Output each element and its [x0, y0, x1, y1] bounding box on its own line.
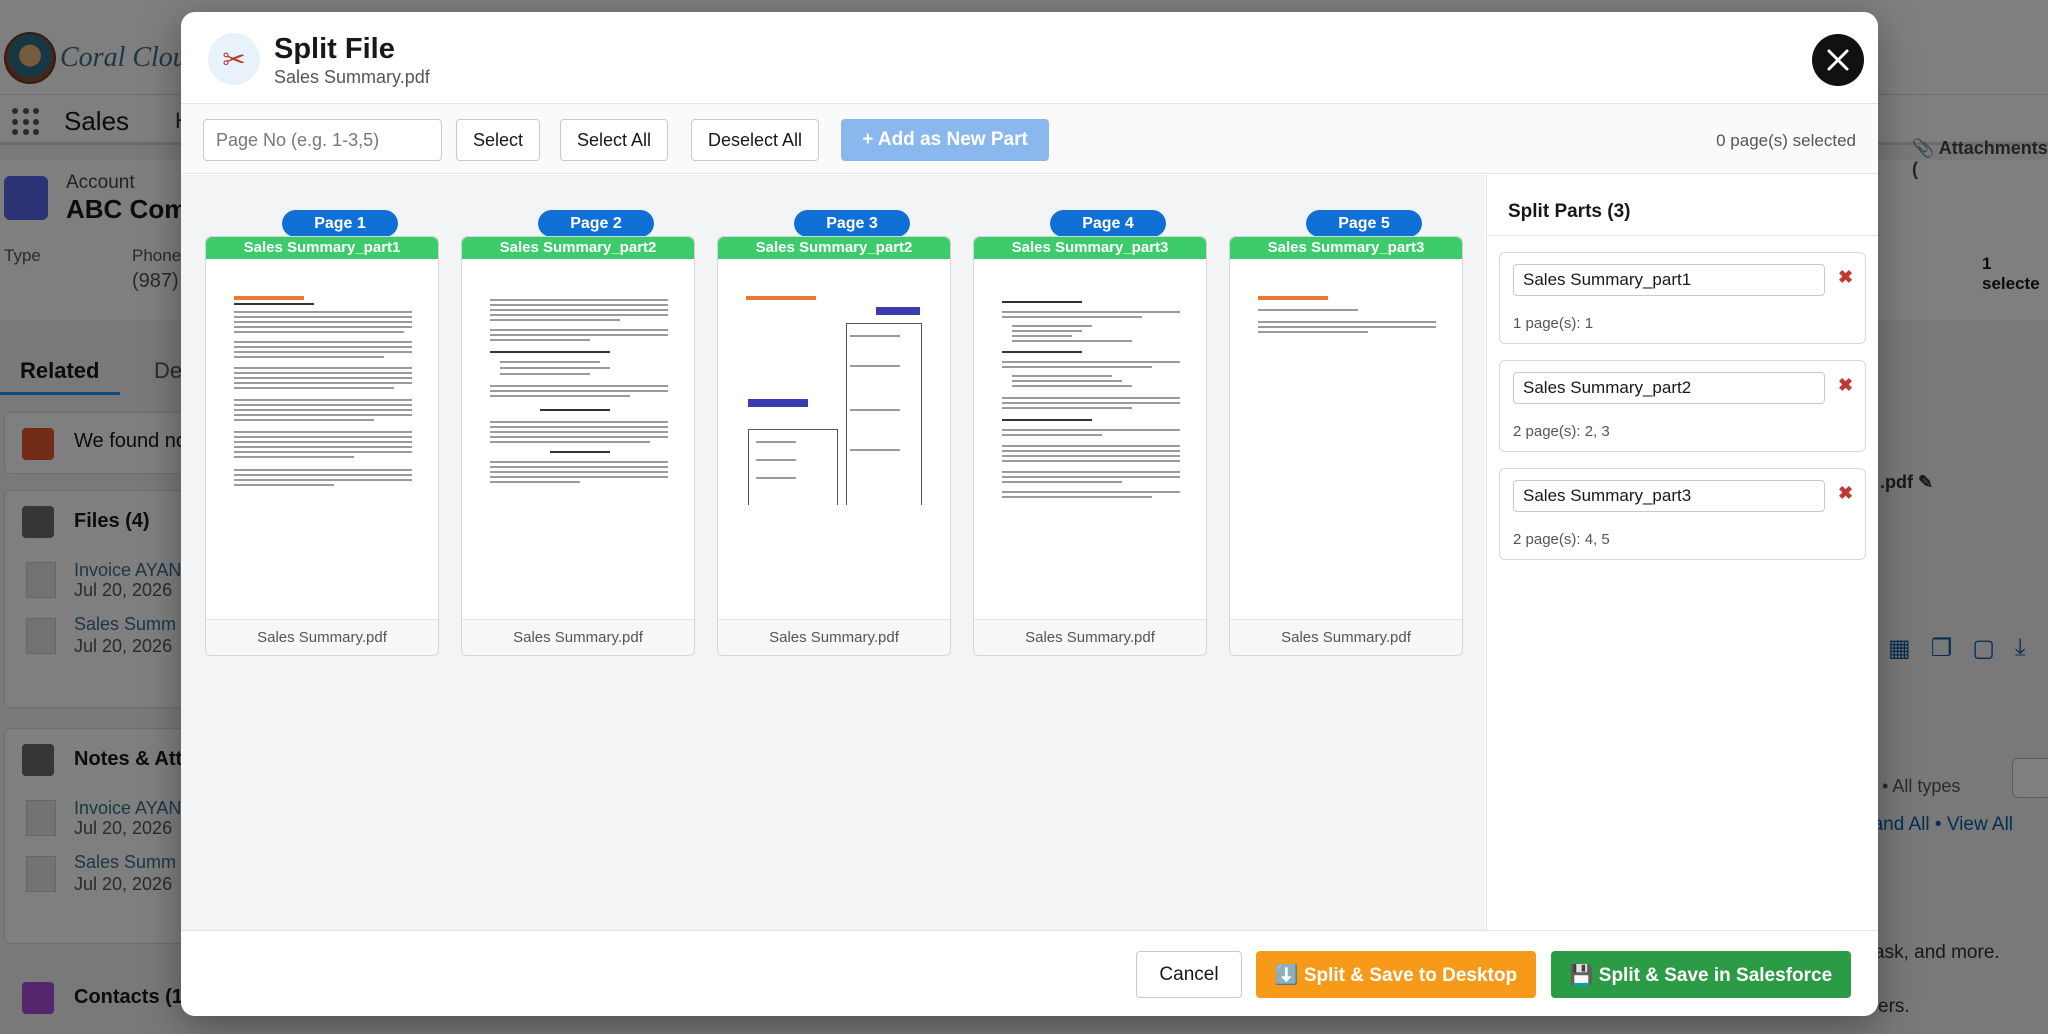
page-file-name: Sales Summary.pdf	[462, 619, 694, 655]
part-page-info: 2 page(s): 2, 3	[1513, 423, 1610, 440]
page-label: Page 1	[282, 210, 398, 237]
part-page-info: 2 page(s): 4, 5	[1513, 531, 1610, 548]
modal-title: Split File	[274, 33, 395, 65]
part-name-input[interactable]	[1513, 480, 1825, 512]
page-thumbnail	[234, 289, 412, 505]
part-strip: Sales Summary_part2	[718, 237, 950, 259]
split-save-salesforce-button[interactable]: 💾 Split & Save in Salesforce	[1551, 951, 1851, 998]
page-number-input[interactable]	[203, 119, 442, 161]
page-thumbnail	[490, 289, 668, 505]
part-strip: Sales Summary_part3	[974, 237, 1206, 259]
page-label: Page 5	[1306, 210, 1422, 237]
deselect-all-button[interactable]: Deselect All	[691, 119, 820, 161]
modal-footer: Cancel ⬇️ Split & Save to Desktop 💾 Spli…	[181, 930, 1878, 1016]
split-file-modal: ✂ Split File Sales Summary.pdf Select Se…	[181, 12, 1878, 1016]
page-select-toolbar: Select Select All Deselect All + Add as …	[181, 104, 1878, 174]
modal-header: ✂ Split File Sales Summary.pdf	[181, 12, 1878, 104]
split-part-card: ✖ 1 page(s): 1	[1499, 252, 1866, 344]
split-save-desktop-button[interactable]: ⬇️ Split & Save to Desktop	[1256, 951, 1536, 998]
page-card[interactable]: Sales Summary_part2 Sales Summary.pdf	[461, 236, 695, 656]
delete-icon[interactable]: ✖	[1838, 483, 1853, 504]
page-label: Page 4	[1050, 210, 1166, 237]
part-strip: Sales Summary_part1	[206, 237, 438, 259]
close-button[interactable]	[1812, 34, 1864, 86]
panel-divider	[1487, 235, 1878, 236]
split-parts-title: Split Parts (3)	[1508, 201, 1631, 222]
page-file-name: Sales Summary.pdf	[718, 619, 950, 655]
add-new-part-button[interactable]: + Add as New Part	[841, 119, 1049, 161]
part-page-info: 1 page(s): 1	[1513, 315, 1594, 332]
delete-icon[interactable]: ✖	[1838, 375, 1853, 396]
select-all-button[interactable]: Select All	[560, 119, 669, 161]
part-name-input[interactable]	[1513, 372, 1825, 404]
page-thumbnail	[1258, 289, 1436, 505]
cancel-button[interactable]: Cancel	[1136, 951, 1242, 998]
page-card[interactable]: Sales Summary_part2 Sales Summary.pdf	[717, 236, 951, 656]
part-strip: Sales Summary_part3	[1230, 237, 1462, 259]
split-part-card: ✖ 2 page(s): 2, 3	[1499, 360, 1866, 452]
select-button[interactable]: Select	[456, 119, 541, 161]
split-part-card: ✖ 2 page(s): 4, 5	[1499, 468, 1866, 560]
page-label: Page 3	[794, 210, 910, 237]
page-thumbnail	[1002, 289, 1180, 505]
split-parts-panel: Split Parts (3) ✖ 1 page(s): 1 ✖ 2 page(…	[1486, 175, 1878, 930]
page-card[interactable]: Sales Summary_part3 Sales Summary.pdf	[973, 236, 1207, 656]
page-label: Page 2	[538, 210, 654, 237]
page-file-name: Sales Summary.pdf	[974, 619, 1206, 655]
part-name-input[interactable]	[1513, 264, 1825, 296]
page-file-name: Sales Summary.pdf	[206, 619, 438, 655]
delete-icon[interactable]: ✖	[1838, 267, 1853, 288]
page-file-name: Sales Summary.pdf	[1230, 619, 1462, 655]
scissors-icon: ✂	[208, 33, 260, 85]
close-icon	[1827, 49, 1849, 71]
modal-subtitle: Sales Summary.pdf	[274, 67, 430, 87]
page-thumbnail	[746, 289, 924, 505]
selected-pages-count: 0 page(s) selected	[1716, 131, 1856, 150]
page-card[interactable]: Sales Summary_part3 Sales Summary.pdf	[1229, 236, 1463, 656]
page-card[interactable]: Sales Summary_part1 Sales Summary.pdf	[205, 236, 439, 656]
part-strip: Sales Summary_part2	[462, 237, 694, 259]
